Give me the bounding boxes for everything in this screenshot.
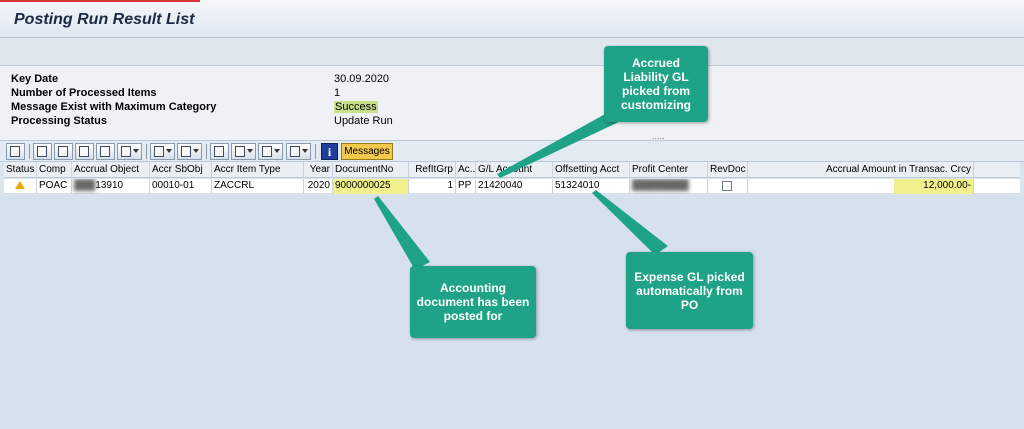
offsetting-acct-cell[interactable]: 51324010 [553,179,630,194]
toolbar-separator [146,144,147,159]
column-header-accrual-amount[interactable]: Accrual Amount in Transac. Crcy [748,162,974,178]
find-next-button[interactable] [96,143,115,160]
column-header-year[interactable]: Year [304,162,333,178]
rev-doc-cell[interactable] [708,179,748,194]
header-info-panel: Key Date 30.09.2020 Number of Processed … [0,66,1024,140]
binoculars-icon [79,146,89,157]
amount-cell[interactable]: 12,000.00- [894,179,974,194]
profit-center-cell[interactable]: ████████ [630,179,708,194]
status-cell[interactable] [4,179,37,194]
column-header-acct-type[interactable]: Ac.. [456,162,476,178]
callout-expense-gl: Expense GL picked automatically from PO [626,252,753,329]
layout-grid-icon [290,146,300,157]
layout-button[interactable] [286,143,311,160]
subtotal-icon [181,146,191,157]
magnifier-icon [10,146,20,157]
sort-descending-button[interactable] [54,143,73,160]
sub-object-cell[interactable]: 00010-01 [150,179,212,194]
export-button[interactable] [258,143,283,160]
views-button[interactable] [231,143,256,160]
item-type-cell[interactable]: ZACCRL [212,179,304,194]
column-header-offsetting-acct[interactable]: Offsetting Acct [553,162,630,178]
message-category-label: Message Exist with Maximum Category [11,101,217,113]
ref-item-group-cell[interactable]: 1 [409,179,456,194]
warning-icon [15,181,25,189]
title-accent-line [0,0,200,2]
find-button[interactable] [75,143,94,160]
sort-ascending-icon [37,146,47,157]
comp-cell[interactable]: POAC [37,179,72,194]
application-toolbar [0,38,1024,66]
total-button[interactable] [150,143,175,160]
dropdown-arrow-icon [247,149,253,153]
column-header-accr-item-type[interactable]: Accr Item Type [212,162,304,178]
column-header-profit-center[interactable]: Profit Center [630,162,708,178]
message-category-value: Success [334,101,378,113]
filter-icon [121,146,131,157]
subtotal-button[interactable] [177,143,202,160]
messages-button[interactable]: Messages [341,143,393,160]
dropdown-arrow-icon [166,149,172,153]
dropdown-arrow-icon [133,149,139,153]
dropdown-arrow-icon [302,149,308,153]
details-button[interactable] [6,143,25,160]
print-icon [214,146,224,157]
dropdown-arrow-icon [274,149,280,153]
processing-status-label: Processing Status [11,115,107,127]
processing-status-value: Update Run [334,115,393,127]
column-header-rev-doc[interactable]: RevDoc [708,162,748,178]
callout-accrued-liability: Accrued Liability GL picked from customi… [604,46,708,122]
processed-items-label: Number of Processed Items [11,87,157,99]
table-row[interactable]: POAC ███13910 00010-01 ZACCRL 2020 90000… [4,179,1020,194]
sort-ascending-button[interactable] [33,143,52,160]
binoculars-next-icon [100,146,110,157]
column-header-gl-account[interactable]: G/L Account [476,162,553,178]
page-title: Posting Run Result List [14,11,195,28]
redacted-profit-center: ████████ [632,180,689,191]
export-icon [262,146,272,157]
info-button[interactable]: i [321,143,338,160]
callout-accounting-document: Accounting document has been posted for [410,266,536,338]
redacted-prefix: ███ [74,180,96,191]
title-bar: Posting Run Result List [0,0,1024,38]
acct-type-cell[interactable]: PP [456,179,476,194]
toolbar-separator [315,144,316,159]
gl-account-cell[interactable]: 21420040 [476,179,553,194]
key-date-label: Key Date [11,73,59,85]
print-preview-button[interactable] [210,143,229,160]
document-no-cell[interactable]: 9000000025 [333,179,409,194]
filter-button[interactable] [117,143,142,160]
column-header-document-no[interactable]: DocumentNo [333,162,409,178]
year-cell[interactable]: 2020 [304,179,333,194]
column-header-accrual-object[interactable]: Accrual Object [72,162,150,178]
toolbar-separator [206,144,207,159]
sort-descending-icon [58,146,68,157]
key-date-value: 30.09.2020 [334,73,390,85]
toolbar-separator [29,144,30,159]
rev-doc-checkbox[interactable] [722,181,732,191]
processed-items-value: 1 [334,87,341,99]
column-header-accr-sbobj[interactable]: Accr SbObj [150,162,212,178]
dropdown-arrow-icon [193,149,199,153]
accrual-object-cell[interactable]: ███13910 [72,179,150,194]
column-header-status[interactable]: Status [4,162,37,178]
column-header-ref-it-grp[interactable]: RefItGrp [409,162,456,178]
sum-icon [154,146,164,157]
column-header-comp[interactable]: Comp [37,162,72,178]
views-icon [235,146,245,157]
accrual-object-value: 13910 [95,180,124,191]
grid-header-row: Status Comp Accrual Object Accr SbObj Ac… [4,162,1020,178]
alv-toolbar: i Messages [0,140,1024,162]
